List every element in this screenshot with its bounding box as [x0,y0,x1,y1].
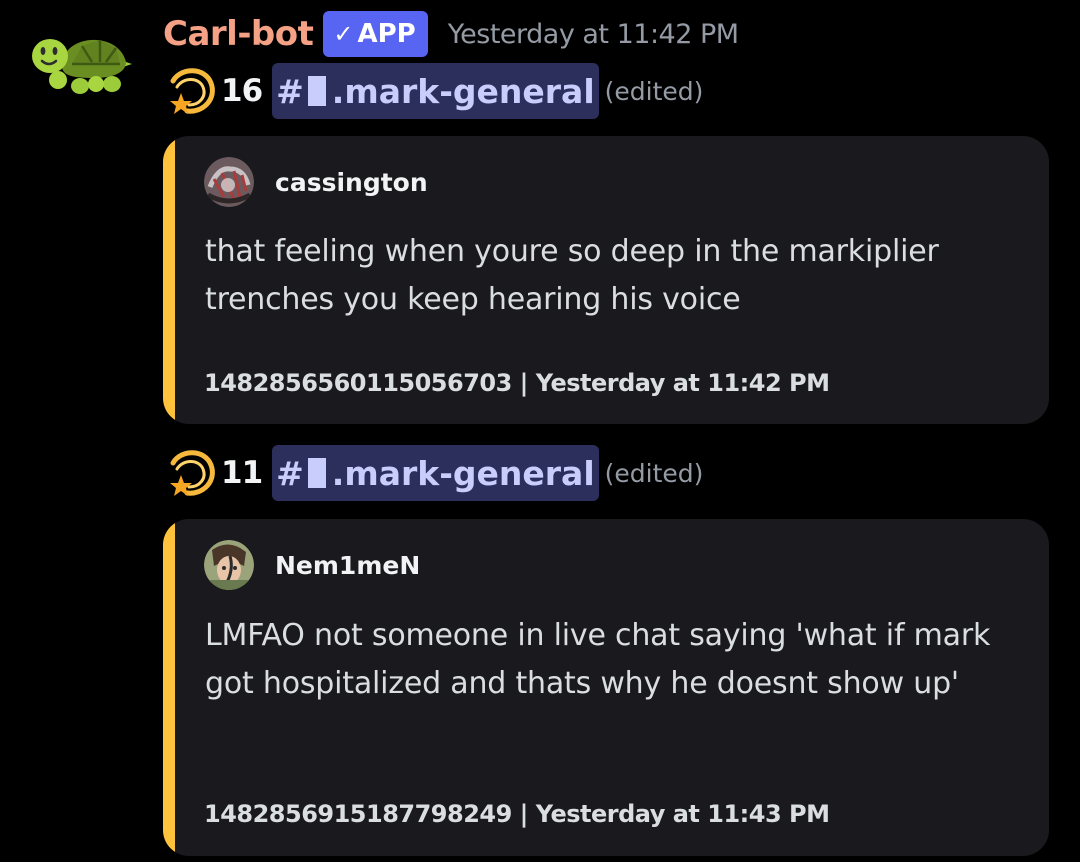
message-header: Carl-bot ✓ APP Yesterday at 11:42 PM [163,10,739,58]
channel-emoji-placeholder [307,76,326,106]
embed-author-name[interactable]: cassington [275,168,428,197]
channel-hash: # [276,453,304,493]
shooting-star-icon [170,68,215,114]
username[interactable]: Carl-bot [163,14,314,54]
embed-description: LMFAO not someone in live chat saying 'w… [205,618,991,701]
edited-label: (edited) [604,76,704,106]
checkmark-icon: ✓ [333,20,354,48]
starboard-embed-2: Nem1meN LMFAO not someone in live chat s… [163,519,1049,856]
star-count: 11 [221,455,263,491]
message-timestamp[interactable]: Yesterday at 11:42 PM [448,19,739,50]
shooting-star-icon [170,450,215,496]
embed-author-name[interactable]: Nem1meN [275,551,420,580]
starboard-line-2: 11 # .mark-general (edited) [163,445,703,501]
embed-footer: 1482856915187798249 | Yesterday at 11:43… [204,800,830,828]
app-badge: ✓ APP [323,11,428,57]
edited-label: (edited) [604,458,704,488]
channel-mention[interactable]: # .mark-general [272,63,599,119]
embed-accent-bar [163,136,175,424]
star-count: 16 [221,73,263,109]
embed-author: Nem1meN [204,540,420,590]
channel-hash: # [276,71,304,111]
channel-emoji-placeholder [307,458,326,488]
channel-mention[interactable]: # .mark-general [272,445,599,501]
turtle-icon[interactable] [28,20,134,96]
starboard-embed-1: cassington that feeling when youre so de… [163,136,1049,424]
embed-accent-bar [163,519,175,856]
channel-name: .mark-general [331,453,595,493]
user-avatar-icon[interactable] [204,157,254,207]
channel-name: .mark-general [331,71,595,111]
embed-description: that feeling when youre so deep in the m… [205,234,939,317]
starboard-line-1: 16 # .mark-general (edited) [163,63,703,119]
embed-footer: 1482856560115056703 | Yesterday at 11:42… [204,369,830,397]
embed-author: cassington [204,157,428,207]
user-avatar-icon[interactable] [204,540,254,590]
app-badge-label: APP [357,19,416,49]
